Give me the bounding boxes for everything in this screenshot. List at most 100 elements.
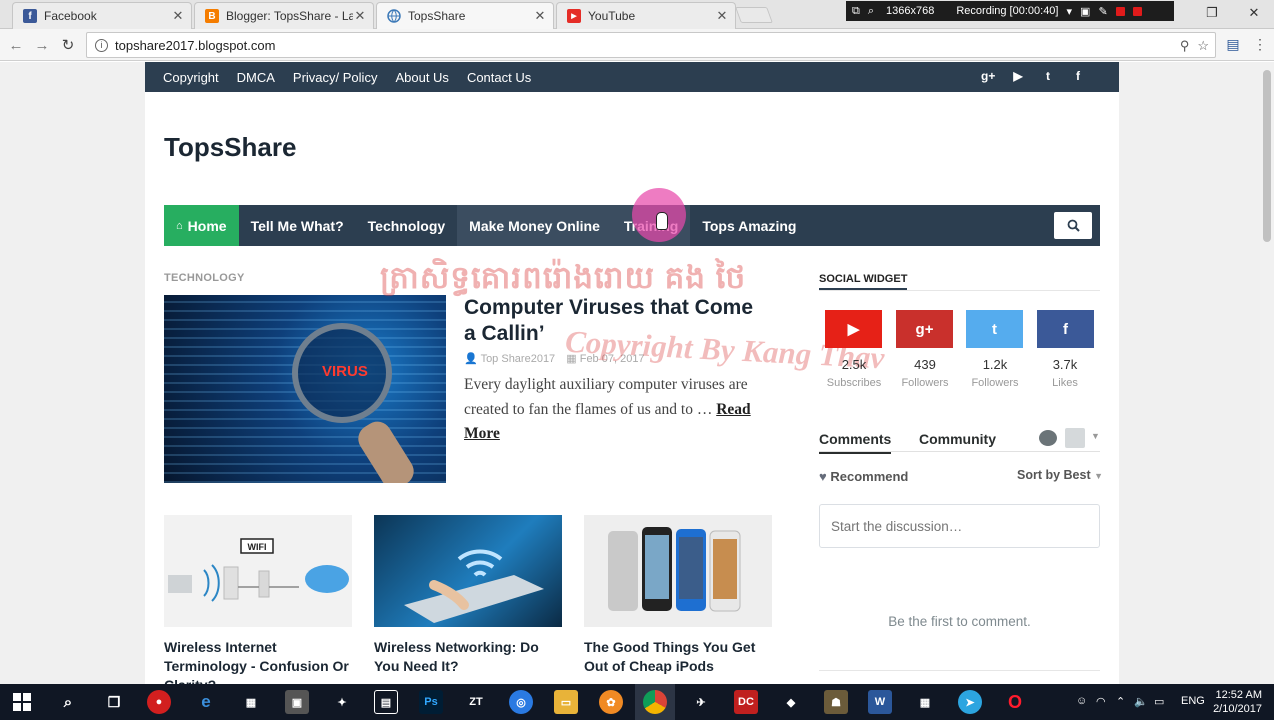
chevron-down-icon[interactable]: ▼ xyxy=(1091,431,1100,441)
tab-facebook[interactable]: f Facebook ✕ xyxy=(12,2,192,29)
link-privacy-policy[interactable]: Privacy/ Policy xyxy=(293,70,378,85)
forward-icon[interactable]: → xyxy=(32,35,52,55)
language-indicator[interactable]: ENG xyxy=(1181,695,1205,707)
window-icon[interactable]: ⧉ xyxy=(852,5,860,18)
close-icon[interactable]: ✕ xyxy=(715,8,729,24)
video-editor-icon[interactable]: ✦ xyxy=(330,690,354,714)
pencil-icon[interactable]: ✎ xyxy=(1098,5,1107,18)
nav-home[interactable]: ⌂ Home xyxy=(164,205,239,246)
film-icon[interactable]: ▤ xyxy=(374,690,398,714)
app-icon[interactable]: ◆ xyxy=(779,690,803,714)
facebook-icon[interactable]: f xyxy=(1071,69,1085,83)
google-plus-icon[interactable]: g+ xyxy=(896,310,953,348)
youtube-icon[interactable]: ▶ xyxy=(825,310,882,348)
app-icon[interactable]: ▣ xyxy=(285,690,309,714)
task-view-icon[interactable]: ❐ xyxy=(102,690,126,714)
nav-technology[interactable]: Technology xyxy=(356,205,458,246)
page-scrollbar[interactable] xyxy=(1260,62,1274,684)
heart-icon: ♥ xyxy=(819,469,827,484)
top-link-bar: Copyright DMCA Privacy/ Policy About Us … xyxy=(145,62,1119,92)
close-icon[interactable]: ✕ xyxy=(171,8,185,24)
chrome-icon[interactable] xyxy=(643,690,667,714)
restore-window-icon[interactable]: ❐ xyxy=(1192,0,1232,26)
post-title[interactable]: The Good Things You Get Out of Cheap iPo… xyxy=(584,638,772,676)
app-icon[interactable]: ✈ xyxy=(689,690,713,714)
scrollbar-thumb[interactable] xyxy=(1263,70,1271,242)
windows-start-icon[interactable] xyxy=(10,690,34,714)
post-title[interactable]: Wireless Internet Terminology - Confusio… xyxy=(164,638,352,684)
search-icon[interactable]: ⌕ xyxy=(868,5,874,18)
key-icon[interactable]: ⚲ xyxy=(1180,38,1190,54)
post-thumbnail[interactable] xyxy=(584,515,772,627)
nav-tell-me-what[interactable]: Tell Me What? xyxy=(239,205,356,246)
game-icon[interactable]: ☗ xyxy=(824,690,848,714)
twitter-icon[interactable]: t xyxy=(966,310,1023,348)
app-icon[interactable]: DC xyxy=(734,690,758,714)
extension-icon[interactable]: ▤ xyxy=(1223,34,1243,54)
app-icon[interactable]: ✿ xyxy=(599,690,623,714)
youtube-icon[interactable]: ▶ xyxy=(1011,69,1025,83)
featured-author[interactable]: Top Share2017 xyxy=(481,353,556,365)
link-dmca[interactable]: DMCA xyxy=(237,70,275,85)
google-plus-icon[interactable]: g+ xyxy=(981,69,995,83)
clock[interactable]: 12:52 AM 2/10/2017 xyxy=(1213,688,1262,716)
app-icon[interactable]: ◎ xyxy=(509,690,533,714)
sort-dropdown[interactable]: Sort by Best ▼ xyxy=(1017,468,1103,482)
user-icon[interactable]: ☺ xyxy=(1076,695,1087,707)
post-thumbnail[interactable] xyxy=(374,515,562,627)
telegram-icon[interactable]: ➤ xyxy=(958,690,982,714)
pause-icon[interactable] xyxy=(1115,6,1125,16)
back-icon[interactable]: ← xyxy=(6,35,26,55)
tab-community[interactable]: Community xyxy=(919,431,996,447)
tab-topsshare[interactable]: TopsShare ✕ xyxy=(376,2,554,29)
recorder-app-icon[interactable]: ● xyxy=(147,690,171,714)
nav-make-money-online[interactable]: Make Money Online xyxy=(457,205,612,246)
comment-input[interactable] xyxy=(819,504,1100,548)
tab-youtube[interactable]: ▶ YouTube ✕ xyxy=(556,2,736,29)
link-contact-us[interactable]: Contact Us xyxy=(467,70,531,85)
url-field[interactable]: i topshare2017.blogspot.com ⚲ ☆ xyxy=(86,32,1216,58)
camera-icon[interactable]: ▣ xyxy=(1080,5,1090,18)
new-tab-button[interactable] xyxy=(735,7,773,23)
reload-icon[interactable]: ↻ xyxy=(58,35,78,55)
featured-image[interactable]: VIRUS xyxy=(164,295,446,483)
social-count: 1.2k xyxy=(982,357,1008,372)
tab-blogger[interactable]: B Blogger: TopsShare - Lay ✕ xyxy=(194,2,374,29)
edge-browser-icon[interactable]: e xyxy=(194,690,218,714)
search-button[interactable] xyxy=(1054,212,1092,239)
link-about-us[interactable]: About Us xyxy=(395,70,448,85)
twitter-icon[interactable]: t xyxy=(1041,69,1055,83)
opera-icon[interactable]: O xyxy=(1003,690,1027,714)
excerpt-text: Every daylight auxiliary computer viruse… xyxy=(464,376,748,418)
link-copyright[interactable]: Copyright xyxy=(163,70,219,85)
blog-page: Copyright DMCA Privacy/ Policy About Us … xyxy=(145,62,1119,684)
site-title[interactable]: TopsShare xyxy=(164,132,296,163)
post-thumbnail[interactable]: WIFI xyxy=(164,515,352,627)
chevron-up-icon[interactable]: ⌃ xyxy=(1116,695,1125,708)
nav-tops-amazing[interactable]: Tops Amazing xyxy=(690,205,808,246)
chevron-down-icon[interactable]: ▾ xyxy=(1067,5,1073,18)
avatar[interactable] xyxy=(1065,428,1085,448)
store-icon[interactable]: ▦ xyxy=(239,690,263,714)
volume-icon[interactable]: 🔈 xyxy=(1134,695,1148,708)
close-icon[interactable]: ✕ xyxy=(353,8,367,24)
post-title[interactable]: Wireless Networking: Do You Need It? xyxy=(374,638,562,676)
facebook-icon[interactable]: f xyxy=(1037,310,1094,348)
tab-comments[interactable]: Comments xyxy=(819,431,892,454)
notification-icon[interactable]: ▭ xyxy=(1154,695,1164,708)
close-window-icon[interactable]: ✕ xyxy=(1234,0,1274,26)
word-icon[interactable]: W xyxy=(868,690,892,714)
star-icon[interactable]: ☆ xyxy=(1197,38,1209,54)
wifi-icon[interactable]: ◠ xyxy=(1096,695,1106,708)
menu-icon[interactable]: ⋮ xyxy=(1250,34,1270,54)
stop-icon[interactable] xyxy=(1132,6,1142,16)
calculator-icon[interactable]: ▦ xyxy=(913,690,937,714)
chat-bubble-icon[interactable] xyxy=(1039,430,1057,446)
file-explorer-icon[interactable]: ▭ xyxy=(554,690,578,714)
search-icon[interactable]: ⌕ xyxy=(56,690,80,714)
recommend-button[interactable]: ♥ Recommend xyxy=(819,469,908,484)
info-icon[interactable]: i xyxy=(95,38,108,52)
close-icon[interactable]: ✕ xyxy=(533,8,547,24)
photoshop-icon[interactable]: Ps xyxy=(419,690,443,714)
app-icon[interactable]: ZT xyxy=(464,690,488,714)
